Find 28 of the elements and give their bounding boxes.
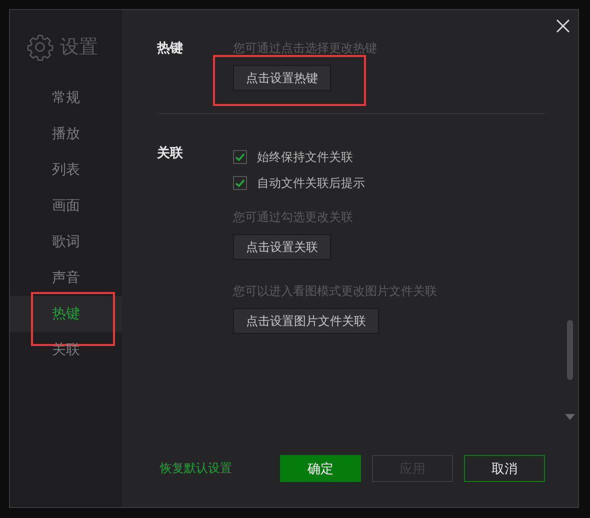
hint-text: 您可通过勾选更改关联	[233, 210, 353, 224]
close-icon[interactable]	[556, 19, 570, 33]
settings-button[interactable]: 点击设置图片文件关联	[233, 308, 379, 334]
settings-icon	[26, 33, 54, 61]
checkbox[interactable]	[233, 176, 247, 190]
dialog-button[interactable]: 取消	[464, 455, 545, 482]
sidebar-item[interactable]: 热键	[10, 296, 122, 332]
sidebar-item[interactable]: 歌词	[10, 224, 122, 260]
hint-text: 您可以进入看图模式更改图片文件关联	[233, 284, 437, 298]
checkbox[interactable]	[233, 150, 247, 164]
confirm-button[interactable]: 确定	[280, 455, 361, 482]
sidebar-item[interactable]: 关联	[10, 332, 122, 368]
checkbox-label: 自动文件关联后提示	[257, 174, 365, 192]
sidebar-item[interactable]: 画面	[10, 188, 122, 224]
settings-button[interactable]: 点击设置关联	[233, 234, 331, 260]
sidebar-item[interactable]: 常规	[10, 80, 122, 116]
sidebar-item[interactable]: 列表	[10, 152, 122, 188]
sidebar-item[interactable]: 声音	[10, 260, 122, 296]
section-title: 关联	[157, 144, 184, 163]
settings-button[interactable]: 点击设置热键	[233, 65, 331, 91]
reset-link[interactable]: 恢复默认设置	[160, 460, 232, 477]
dialog-title: 设置	[60, 35, 98, 60]
checkbox-label: 始终保持文件关联	[257, 148, 353, 166]
section-title: 热键	[157, 40, 184, 58]
scroll-down-icon[interactable]	[565, 414, 575, 420]
scrollbar[interactable]	[567, 320, 573, 420]
hint-text: 您可通过点击选择更改热键	[233, 41, 377, 55]
sidebar-item[interactable]: 播放	[10, 116, 122, 152]
